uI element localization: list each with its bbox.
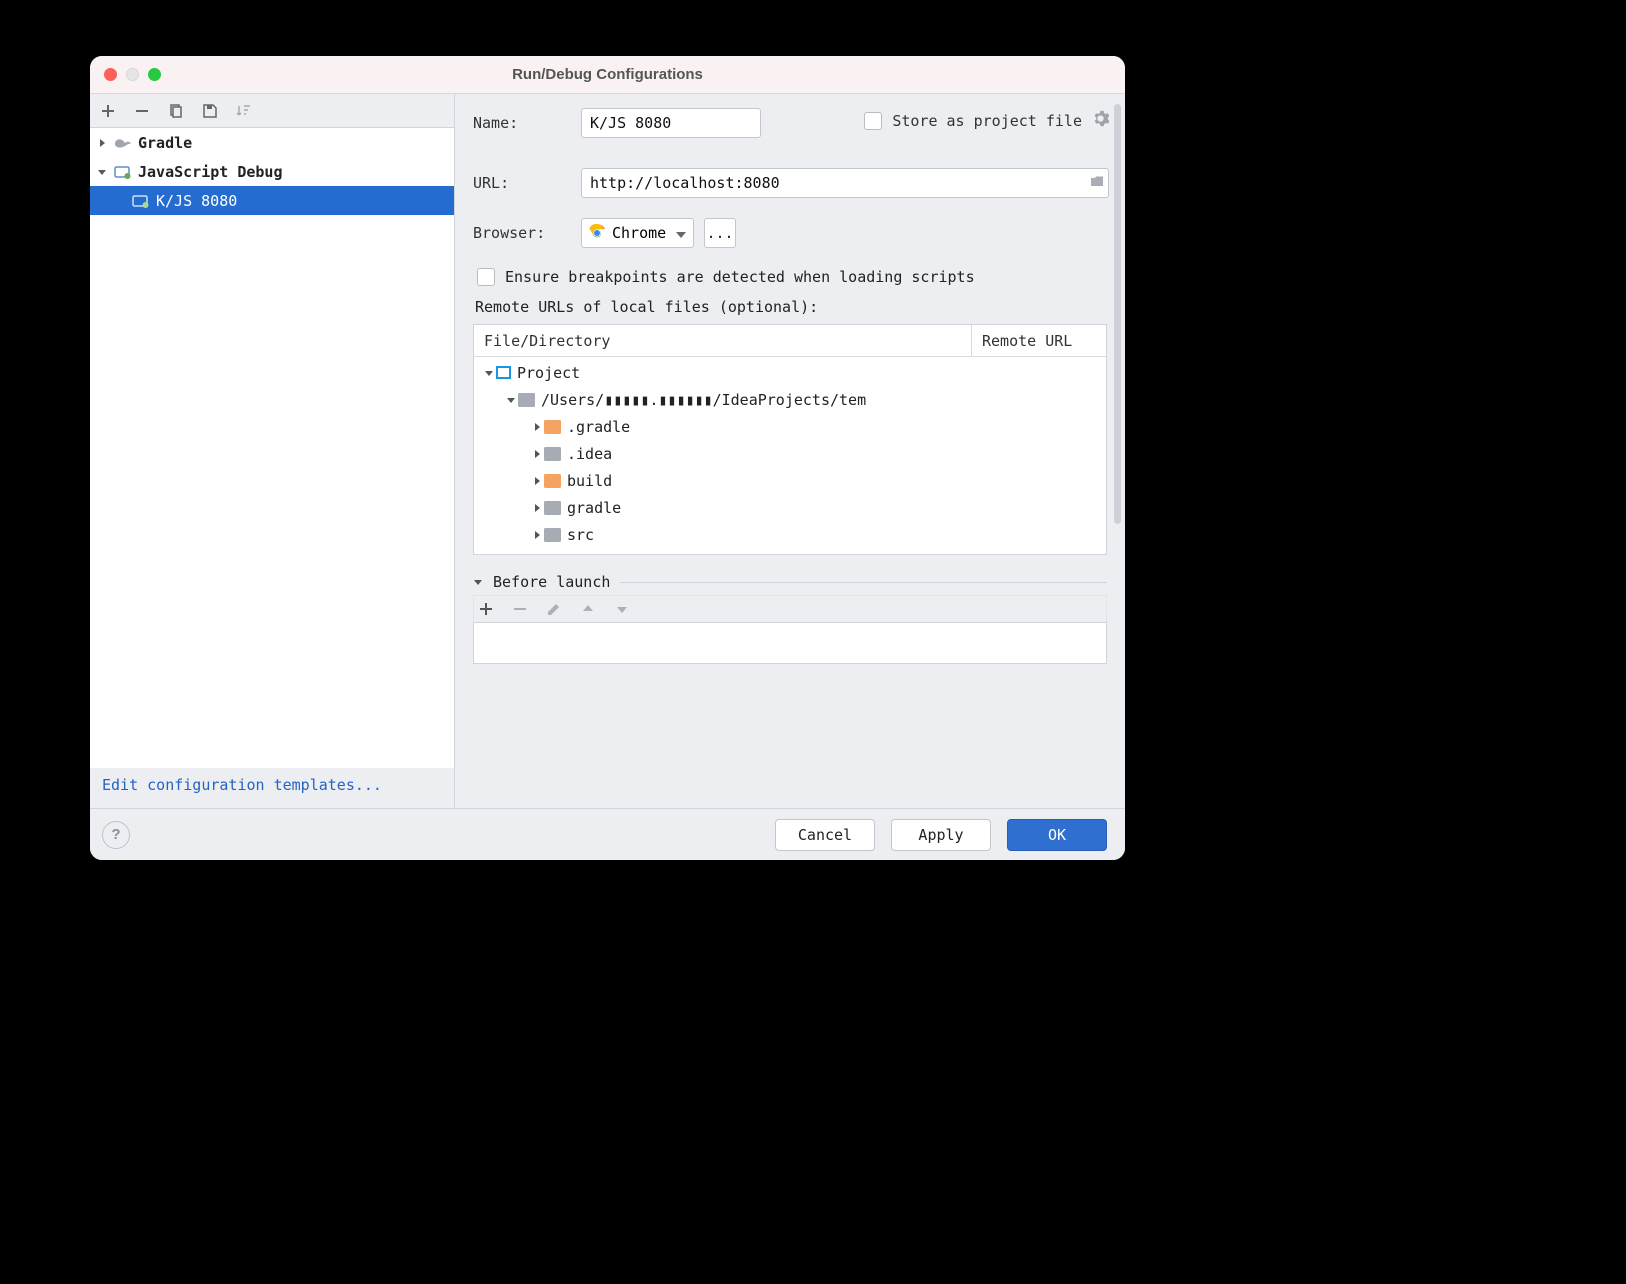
url-input[interactable] [581,168,1109,198]
chevron-right-icon [96,138,108,148]
traffic-lights [104,68,161,81]
folder-icon [544,528,561,542]
tree-group-label: Gradle [138,134,192,152]
tree-node[interactable]: gradle [474,494,1106,521]
edit-task-button[interactable] [546,601,562,617]
name-input[interactable] [581,108,761,138]
edit-templates-link[interactable]: Edit configuration templates... [90,768,454,808]
save-config-button[interactable] [202,103,218,119]
jsdebug-icon [114,165,132,179]
tree-node[interactable]: src [474,521,1106,548]
apply-button[interactable]: Apply [891,819,991,851]
tree-item-selected[interactable]: K/JS 8080 [90,186,454,215]
move-down-button[interactable] [614,601,630,617]
before-launch-list[interactable] [473,622,1107,664]
help-button[interactable]: ? [102,821,130,849]
before-launch-toolbar [473,595,1107,622]
gradle-icon [114,136,132,150]
chrome-icon [588,224,606,242]
ensure-breakpoints-checkbox[interactable] [477,268,495,286]
config-list-pane: Gradle JavaScript Debug K/JS 8080 [90,94,455,808]
titlebar: Run/Debug Configurations [90,56,1125,94]
ok-button[interactable]: OK [1007,819,1107,851]
jsdebug-icon [132,194,150,208]
chevron-right-icon [530,503,544,513]
config-list-toolbar [90,94,454,128]
maximize-window-button[interactable] [148,68,161,81]
name-label: Name: [473,114,581,132]
tree-item-label: K/JS 8080 [156,192,237,210]
remove-config-button[interactable] [134,103,150,119]
browser-label: Browser: [473,224,581,242]
tree-node[interactable]: .idea [474,440,1106,467]
browse-url-icon[interactable] [1087,174,1107,192]
tree-group-gradle[interactable]: Gradle [90,128,454,157]
table-col-file[interactable]: File/Directory [474,325,972,356]
window-title: Run/Debug Configurations [90,66,1125,83]
folder-icon [544,420,561,434]
project-icon [496,366,511,379]
minimize-window-button[interactable] [126,68,139,81]
url-label: URL: [473,174,581,192]
remove-task-button[interactable] [512,601,528,617]
add-config-button[interactable] [100,103,116,119]
remote-urls-title: Remote URLs of local files (optional): [475,298,1105,316]
sort-config-button[interactable] [236,103,252,119]
copy-config-button[interactable] [168,103,184,119]
add-task-button[interactable] [478,601,494,617]
dialog-button-bar: ? Cancel Apply OK [90,808,1125,860]
tree-node[interactable]: build [474,467,1106,494]
chevron-right-icon [530,530,544,540]
chevron-down-icon [96,167,108,177]
tree-group-label: JavaScript Debug [138,163,283,181]
tree-node[interactable]: .gradle [474,413,1106,440]
folder-icon [544,474,561,488]
tree-node-project[interactable]: Project [474,359,1106,386]
table-col-remote[interactable]: Remote URL [972,325,1106,356]
before-launch-title: Before launch [493,573,610,591]
chevron-right-icon [530,476,544,486]
chevron-down-icon[interactable] [473,573,483,591]
chevron-down-icon [482,368,496,378]
chevron-down-icon [504,395,518,405]
ensure-breakpoints-label: Ensure breakpoints are detected when loa… [505,268,975,286]
store-project-label: Store as project file [892,112,1082,130]
chevron-right-icon [530,449,544,459]
move-up-button[interactable] [580,601,596,617]
config-tree[interactable]: Gradle JavaScript Debug K/JS 8080 [90,128,454,768]
store-project-checkbox[interactable] [864,112,882,130]
browser-more-button[interactable]: ... [704,218,736,248]
folder-icon [518,393,535,407]
cancel-button[interactable]: Cancel [775,819,875,851]
chevron-right-icon [530,422,544,432]
gear-icon[interactable] [1092,110,1109,131]
folder-icon [544,501,561,515]
tree-node-userdir[interactable]: /Users/▮▮▮▮▮.▮▮▮▮▮▮/IdeaProjects/tem [474,386,1106,413]
close-window-button[interactable] [104,68,117,81]
remote-url-table: File/Directory Remote URL Project [473,324,1107,555]
config-detail-pane: Store as project file Name: URL: [455,94,1125,808]
tree-group-jsdebug[interactable]: JavaScript Debug [90,157,454,186]
scrollbar[interactable] [1114,104,1121,524]
folder-icon [544,447,561,461]
run-debug-config-window: Run/Debug Configurations [90,56,1125,860]
